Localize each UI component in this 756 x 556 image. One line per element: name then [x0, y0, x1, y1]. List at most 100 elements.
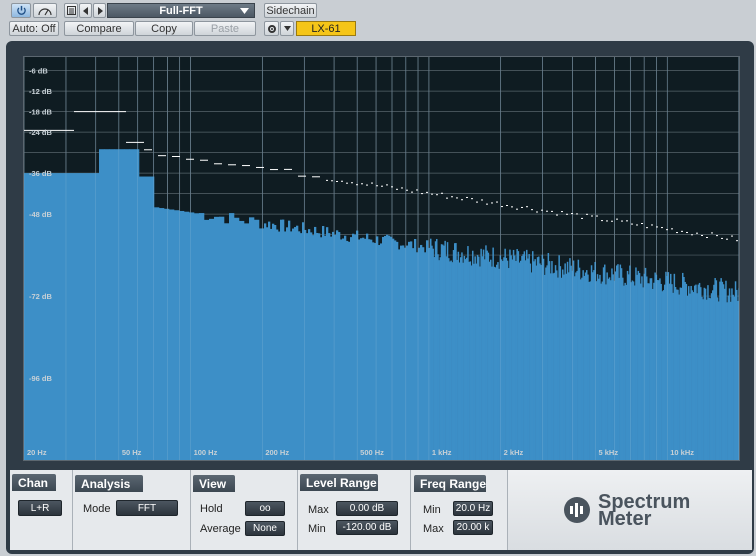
- device-label: LX-61: [311, 22, 341, 35]
- device-name[interactable]: LX-61: [296, 21, 356, 36]
- frequency-axis-label: 500 Hz: [360, 448, 384, 457]
- spectrum-bar: [368, 239, 371, 460]
- spectrum-bar: [326, 227, 329, 460]
- spectrum-bar: [318, 233, 321, 460]
- spectrum-bar: [330, 236, 333, 460]
- spectrum-bar: [314, 226, 317, 460]
- chevron-down-icon: [283, 26, 291, 31]
- spectrum-bar: [74, 173, 80, 460]
- level-min-field[interactable]: -120.00 dB: [336, 520, 398, 535]
- spectrum-bar: [398, 249, 401, 460]
- spectrum-bar: [414, 239, 417, 460]
- spectrum-bar: [418, 247, 421, 460]
- view-title: View: [193, 475, 235, 492]
- spectrum-bar: [342, 238, 345, 460]
- spectrum-bar: [298, 231, 301, 460]
- spectrum-bar: [244, 223, 250, 460]
- spectrum-bar: [290, 231, 293, 460]
- db-axis-label: -18 dB: [29, 108, 53, 117]
- settings-dropdown[interactable]: [280, 21, 294, 36]
- spectrum-bar: [426, 240, 429, 460]
- logo-line-2: Meter: [598, 508, 652, 530]
- paste-label: Paste: [210, 22, 240, 35]
- compare-button[interactable]: Compare: [64, 21, 134, 36]
- spectrum-bar: [328, 233, 331, 460]
- spectrum-bar: [346, 240, 349, 460]
- preset-next-button[interactable]: [93, 3, 106, 18]
- list-icon: [66, 6, 76, 15]
- average-field[interactable]: None: [245, 521, 285, 536]
- db-axis-label: -48 dB: [29, 210, 53, 219]
- preset-dropdown[interactable]: Full-FFT: [107, 3, 255, 18]
- frequency-axis-label: 10 kHz: [670, 448, 694, 457]
- spectrum-bar: [266, 227, 269, 460]
- level-max-label: Max: [308, 504, 329, 516]
- freq-min-field[interactable]: 20.0 Hz: [453, 501, 493, 516]
- spectrum-bar: [350, 237, 353, 460]
- hold-field[interactable]: oo: [245, 501, 285, 516]
- preset-list-button[interactable]: [64, 3, 78, 18]
- spectrum-bar: [159, 208, 165, 460]
- spectrum-bar: [94, 173, 100, 460]
- spectrum-bar: [54, 173, 60, 460]
- spectrum-bar: [424, 252, 427, 460]
- spectrum-bar: [380, 243, 383, 460]
- level-max-field[interactable]: 0.00 dB: [336, 501, 398, 516]
- preset-prev-button[interactable]: [79, 3, 92, 18]
- spectrum-bar: [352, 233, 355, 460]
- level-range-title: Level Range: [300, 474, 378, 491]
- spectrum-graph: -6 dB -12 dB -18 dB -24 dB -36 dB -48 dB -72 d…: [24, 57, 739, 460]
- spectrum-bar: [194, 213, 200, 460]
- arrow-right-icon: [97, 6, 103, 15]
- automation-button[interactable]: Auto: Off: [9, 21, 59, 36]
- db-axis-label: -6 dB: [29, 67, 48, 76]
- frequency-axis-label: 20 Hz: [27, 448, 47, 457]
- spectrum-bar: [134, 149, 140, 460]
- spectrum-bar: [344, 235, 347, 460]
- sidechain-label: Sidechain: [266, 4, 315, 17]
- copy-button[interactable]: Copy: [135, 21, 193, 36]
- meter-button[interactable]: [33, 3, 57, 18]
- spectrum-bar: [104, 149, 110, 460]
- spectrum-bar: [254, 219, 260, 460]
- spectrum-bar: [219, 216, 225, 460]
- spectrum-bar: [378, 245, 381, 460]
- spectrum-bar: [308, 229, 311, 460]
- preset-name: Full-FFT: [159, 4, 203, 17]
- spectrum-bar: [296, 225, 299, 460]
- spectrum-display[interactable]: -6 dB -12 dB -18 dB -24 dB -36 dB -48 dB -72 d…: [23, 56, 740, 461]
- spectrum-bar: [209, 218, 215, 460]
- spectrum-bar: [109, 149, 115, 460]
- mode-select[interactable]: FFT: [116, 500, 178, 516]
- settings-button[interactable]: [264, 21, 279, 36]
- spectrum-bar: [199, 213, 205, 460]
- freq-max-field[interactable]: 20.00 k: [453, 520, 493, 535]
- hold-label: Hold: [200, 503, 223, 515]
- mode-label: Mode: [83, 503, 111, 515]
- spectrum-bar: [360, 238, 363, 460]
- paste-button[interactable]: Paste: [194, 21, 256, 36]
- spectrum-bar: [412, 248, 415, 460]
- spectrum-bar: [214, 216, 220, 460]
- spectrum-bar: [396, 241, 399, 460]
- spectrum-bar: [388, 235, 391, 460]
- spectrum-bar: [302, 222, 305, 460]
- sidechain-button[interactable]: Sidechain: [264, 3, 317, 18]
- level-min-label: Min: [308, 523, 326, 535]
- power-button[interactable]: [11, 3, 31, 18]
- spectrum-bar: [402, 245, 405, 460]
- chan-title: Chan: [12, 474, 56, 491]
- spectrum-bar: [249, 217, 255, 460]
- spectrum-bar: [64, 173, 70, 460]
- spectrum-bar: [259, 228, 265, 460]
- channel-select[interactable]: L+R: [18, 500, 62, 516]
- db-axis-label: -72 dB: [29, 292, 53, 301]
- spectrum-bar: [300, 233, 303, 460]
- spectrum-bar: [282, 219, 285, 460]
- spectrum-bar: [324, 235, 327, 460]
- db-axis-label: -36 dB: [29, 169, 53, 178]
- spectrum-bar: [364, 238, 367, 460]
- spectrum-bar: [376, 236, 379, 460]
- db-axis-label: -12 dB: [29, 87, 53, 96]
- spectrum-bar: [139, 176, 145, 460]
